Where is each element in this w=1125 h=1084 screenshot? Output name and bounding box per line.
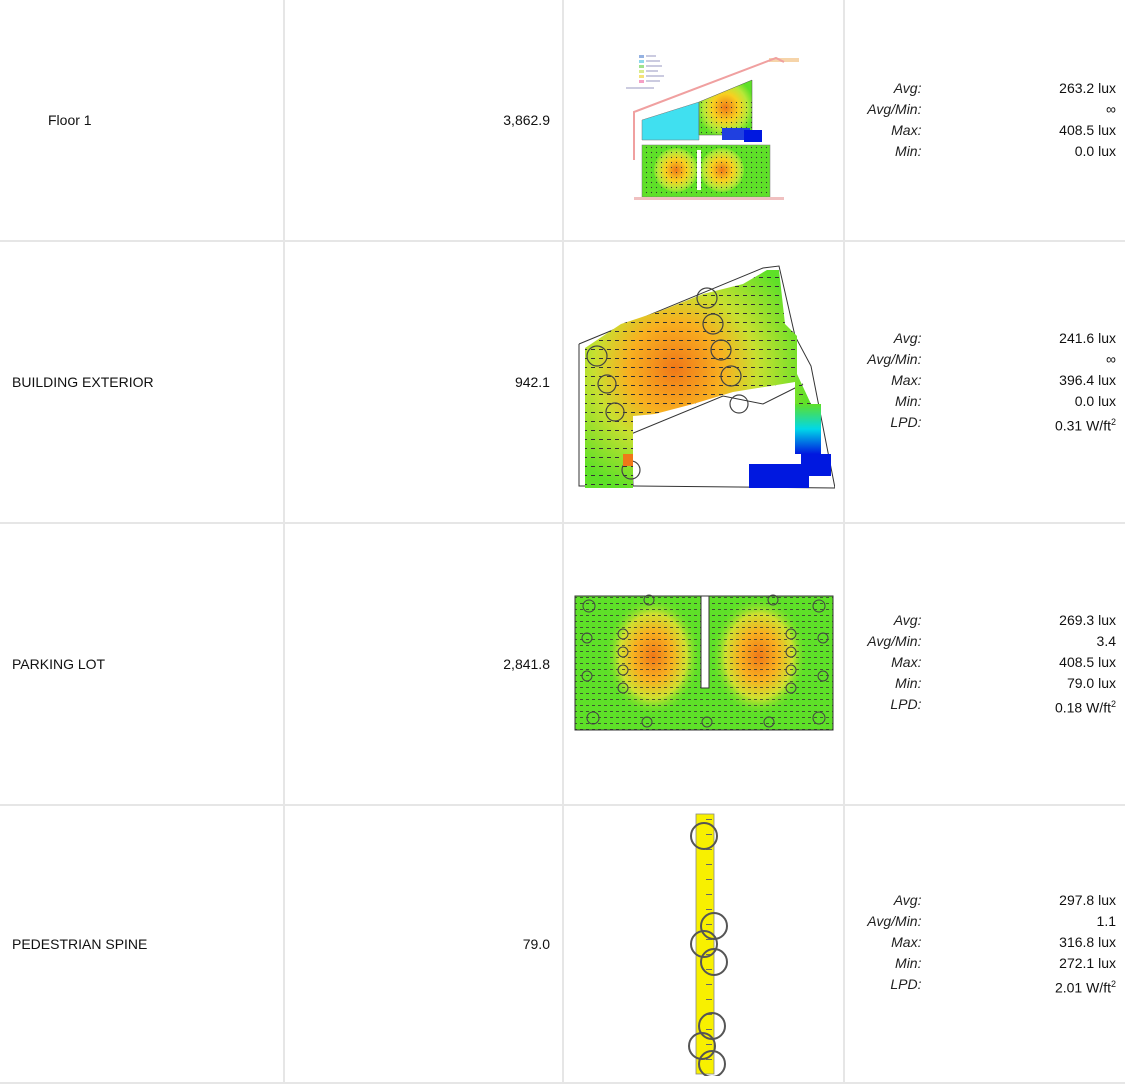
stat-label-min: Min: — [895, 143, 922, 159]
stat-value-avg-min: ∞ — [1106, 101, 1116, 117]
stat-value-max: 408.5 lux — [1059, 653, 1116, 670]
stat-label-max: Max: — [891, 933, 922, 950]
stat-label-avg-min: Avg/Min: — [867, 912, 922, 929]
area-name-cell: PEDESTRIAN SPINE — [0, 804, 285, 1084]
stat-label-lpd: LPD: — [890, 975, 922, 992]
area-size: 2,841.8 — [503, 656, 550, 672]
building-exterior-thumbnail[interactable] — [561, 240, 846, 524]
stat-label-lpd: LPD: — [890, 695, 922, 712]
floor-plan-heatmap-icon — [625, 55, 799, 200]
floor-1-thumbnail[interactable] — [561, 0, 846, 242]
area-size-cell: 3,862.9 — [282, 0, 564, 242]
stat-label-lpd: LPD: — [890, 413, 922, 430]
lighting-calculation-table: Floor 1 3,862.9 Avg: 263.2 lux Avg/Min: … — [0, 0, 1125, 1084]
stat-label-min: Min: — [895, 392, 922, 409]
area-name: PEDESTRIAN SPINE — [12, 936, 148, 952]
spine-heatmap-icon — [687, 813, 728, 1076]
stat-label-avg: Avg: — [893, 80, 922, 96]
exterior-heatmap-icon — [578, 265, 835, 489]
stat-label-avg: Avg: — [893, 891, 922, 908]
stat-value-min: 79.0 lux — [1066, 674, 1116, 691]
parking-lot-thumbnail[interactable] — [561, 522, 846, 806]
stats-list: Avg: 241.6 lux Avg/Min: ∞ Max: 396.4 lux… — [846, 329, 1125, 435]
stat-value-lpd: 0.18 W/ft2 — [1054, 698, 1116, 716]
area-size-cell: 79.0 — [282, 804, 564, 1084]
area-name-cell: Floor 1 — [0, 0, 285, 242]
area-size-cell: 942.1 — [282, 240, 564, 524]
stat-value-avg: 297.8 lux — [1059, 891, 1116, 908]
area-size: 942.1 — [514, 374, 550, 390]
area-size: 79.0 — [522, 936, 550, 952]
area-name: PARKING LOT — [12, 656, 106, 672]
stats-list: Avg: 269.3 lux Avg/Min: 3.4 Max: 408.5 l… — [846, 611, 1125, 717]
stat-label-avg-min: Avg/Min: — [867, 350, 922, 367]
area-size-cell: 2,841.8 — [282, 522, 564, 806]
stats-cell: Avg: 263.2 lux Avg/Min: ∞ Max: 408.5 lux… — [843, 0, 1125, 242]
stat-value-max: 396.4 lux — [1059, 371, 1116, 388]
stat-label-min: Min: — [895, 674, 922, 691]
area-name-cell: BUILDING EXTERIOR — [0, 240, 285, 524]
stats-cell: Avg: 297.8 lux Avg/Min: 1.1 Max: 316.8 l… — [843, 804, 1125, 1084]
table-row: Floor 1 3,862.9 Avg: 263.2 lux Avg/Min: … — [0, 0, 1125, 242]
area-size: 3,862.9 — [503, 112, 550, 128]
stat-label-avg-min: Avg/Min: — [867, 632, 922, 649]
stat-value-min: 0.0 lux — [1074, 143, 1116, 159]
stat-value-min: 0.0 lux — [1074, 392, 1116, 409]
area-name: Floor 1 — [48, 112, 92, 128]
table-row: PEDESTRIAN SPINE 79.0 Avg: 297.8 lux Avg… — [0, 804, 1125, 1084]
stats-list: Avg: 297.8 lux Avg/Min: 1.1 Max: 316.8 l… — [846, 891, 1125, 997]
table-row: BUILDING EXTERIOR 942.1 Avg: 241.6 lux A… — [0, 240, 1125, 524]
stats-cell: Avg: 269.3 lux Avg/Min: 3.4 Max: 408.5 l… — [843, 522, 1125, 806]
stat-value-max: 316.8 lux — [1059, 933, 1116, 950]
stat-label-max: Max: — [891, 371, 922, 388]
stat-value-avg: 263.2 lux — [1059, 80, 1116, 96]
stat-value-avg-min: ∞ — [1106, 350, 1116, 367]
stat-value-avg-min: 3.4 — [1096, 632, 1116, 649]
stat-label-avg-min: Avg/Min: — [867, 101, 922, 117]
stat-label-max: Max: — [891, 653, 922, 670]
stat-value-avg: 241.6 lux — [1059, 329, 1116, 346]
pedestrian-spine-thumbnail[interactable] — [561, 804, 846, 1084]
area-name-cell: PARKING LOT — [0, 522, 285, 806]
parking-heatmap-icon — [574, 594, 834, 731]
stat-label-avg: Avg: — [893, 611, 922, 628]
area-name: BUILDING EXTERIOR — [12, 374, 154, 390]
stat-value-lpd: 0.31 W/ft2 — [1054, 416, 1116, 434]
stat-value-avg-min: 1.1 — [1096, 912, 1116, 929]
stat-label-avg: Avg: — [893, 329, 922, 346]
stats-list: Avg: 263.2 lux Avg/Min: ∞ Max: 408.5 lux… — [846, 80, 1125, 160]
stat-label-max: Max: — [891, 122, 922, 138]
stats-cell: Avg: 241.6 lux Avg/Min: ∞ Max: 396.4 lux… — [843, 240, 1125, 524]
table-row: PARKING LOT 2,841.8 Avg: 269.3 lux Avg/M… — [0, 522, 1125, 806]
stat-value-avg: 269.3 lux — [1059, 611, 1116, 628]
stat-value-max: 408.5 lux — [1059, 122, 1116, 138]
stat-value-lpd: 2.01 W/ft2 — [1054, 978, 1116, 996]
stat-label-min: Min: — [895, 954, 922, 971]
stat-value-min: 272.1 lux — [1059, 954, 1116, 971]
